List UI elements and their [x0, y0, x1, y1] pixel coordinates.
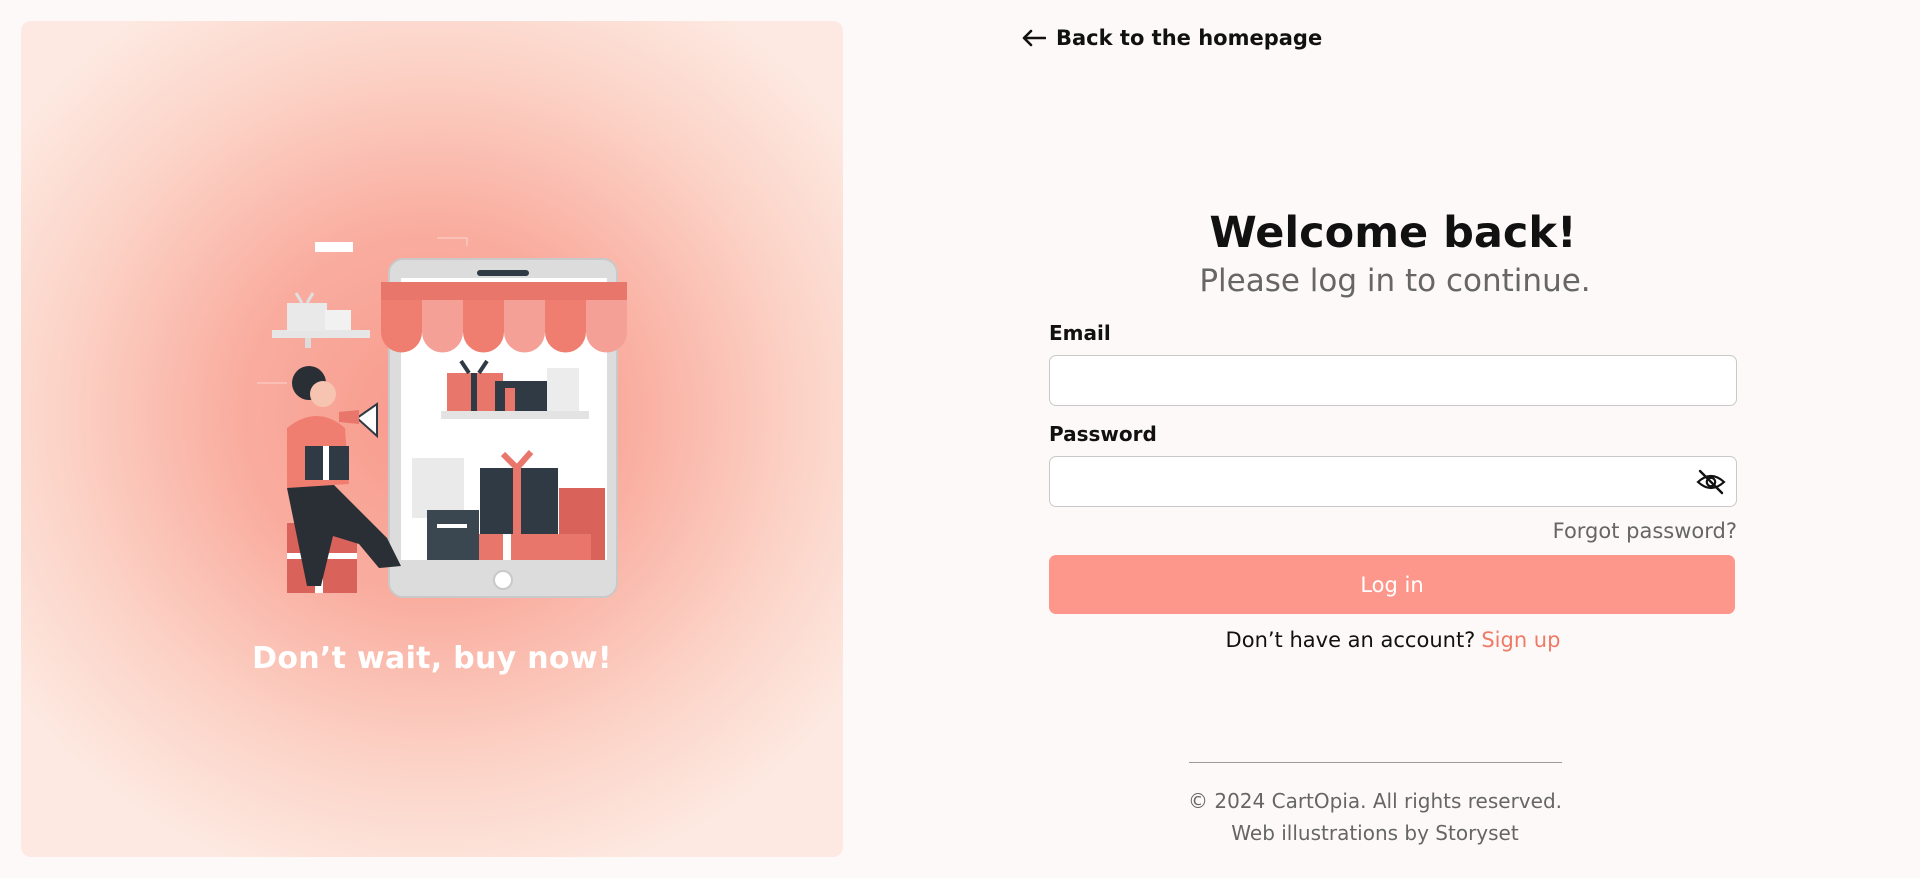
hero-tagline: Don’t wait, buy now! [252, 641, 612, 676]
copyright-text: © 2024 CartOpia. All rights reserved. [1187, 789, 1562, 813]
page-subtitle: Please log in to continue. [1199, 263, 1591, 300]
illustration-credit: Web illustrations by Storyset [1231, 821, 1519, 845]
email-field-box [1049, 355, 1737, 407]
online-shop-illustration [257, 237, 627, 598]
page-title: Welcome back! [1209, 208, 1577, 258]
back-link-label: Back to the homepage [1056, 26, 1323, 50]
back-to-homepage-link[interactable]: Back to the homepage [1022, 26, 1322, 50]
footer-divider [1189, 762, 1562, 763]
signup-prompt: Don’t have an account? [1225, 628, 1476, 653]
footer: © 2024 CartOpia. All rights reserved. We… [1100, 785, 1650, 849]
signup-row: Don’t have an account? Sign up [1049, 628, 1737, 652]
forgot-password-link[interactable]: Forgot password? [1553, 519, 1737, 543]
password-field-box [1049, 456, 1737, 508]
login-form: Welcome back! Please log in to continue.… [1049, 208, 1737, 652]
email-label: Email [1049, 321, 1111, 346]
eye-slash-icon [1696, 470, 1726, 495]
hero-panel: Don’t wait, buy now! [21, 21, 843, 857]
login-button[interactable]: Log in [1049, 555, 1735, 615]
password-field[interactable] [1050, 457, 1736, 507]
arrow-left-icon [1022, 29, 1046, 47]
email-field[interactable] [1050, 356, 1736, 406]
password-label: Password [1049, 422, 1157, 447]
signup-link[interactable]: Sign up [1481, 628, 1560, 652]
toggle-password-visibility-button[interactable] [1696, 468, 1726, 496]
